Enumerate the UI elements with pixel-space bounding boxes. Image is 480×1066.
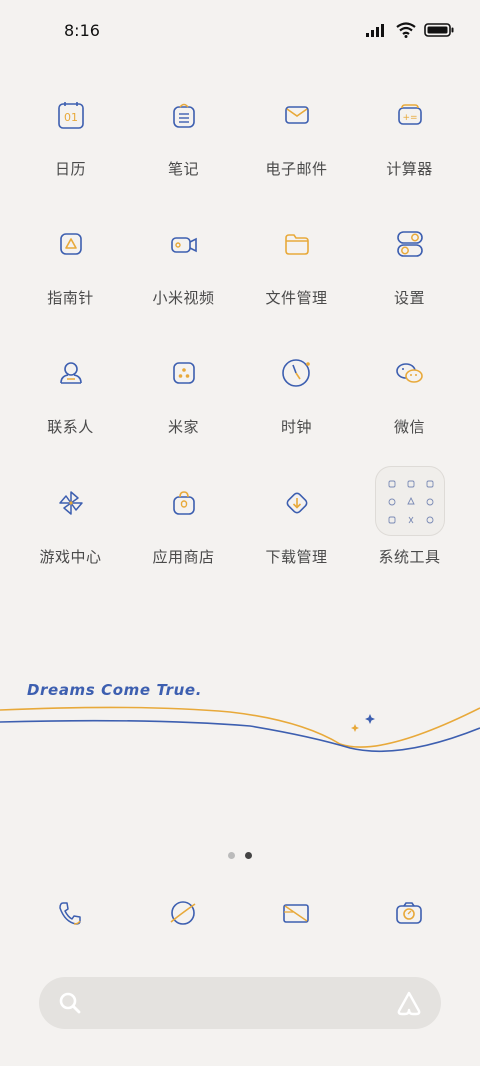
app-label: 应用商店 (152, 548, 215, 566)
app-label: 游戏中心 (39, 548, 102, 566)
app-label: 米家 (167, 418, 199, 436)
wechat-icon (387, 350, 433, 396)
download-icon (274, 480, 320, 526)
app-clock[interactable]: 时钟 (240, 350, 353, 460)
folder-icon (274, 221, 320, 267)
app-store[interactable]: 应用商店 (127, 480, 240, 590)
app-file-manager[interactable]: 文件管理 (240, 221, 353, 331)
app-label: 小米视频 (152, 289, 215, 307)
app-contacts[interactable]: 联系人 (14, 350, 127, 460)
app-label: 电子邮件 (265, 160, 328, 178)
search-icon (59, 992, 81, 1014)
contact-icon (48, 350, 94, 396)
search-bar[interactable] (39, 977, 441, 1029)
app-label: 计算器 (386, 160, 433, 178)
dock-camera[interactable] (386, 890, 432, 936)
app-label: 联系人 (47, 418, 94, 436)
app-label: 笔记 (167, 160, 199, 178)
app-notes[interactable]: 笔记 (127, 92, 240, 202)
calculator-icon: += (387, 92, 433, 138)
app-settings[interactable]: 设置 (353, 221, 466, 331)
app-label: 指南针 (47, 289, 94, 307)
app-download-manager[interactable]: 下载管理 (240, 480, 353, 590)
svg-text:+=: += (402, 113, 417, 123)
sparkle-icon (351, 724, 359, 732)
dock-browser[interactable] (160, 890, 206, 936)
settings-toggle-icon (387, 221, 433, 267)
dock-phone[interactable] (47, 890, 93, 936)
app-label: 日历 (54, 160, 86, 178)
app-calendar[interactable]: 01 日历 (14, 92, 127, 202)
app-wechat[interactable]: 微信 (353, 350, 466, 460)
sparkle-icon (365, 714, 375, 724)
status-icons (366, 22, 454, 38)
app-label: 系统工具 (378, 548, 441, 566)
video-icon (161, 221, 207, 267)
folder-system-tools[interactable]: 系统工具 (353, 466, 466, 590)
status-time: 8:16 (64, 21, 100, 40)
page-indicator (228, 852, 252, 859)
signal-icon (366, 24, 384, 37)
app-label: 文件管理 (265, 289, 328, 307)
page-dot[interactable] (228, 852, 235, 859)
app-label: 设置 (393, 289, 425, 307)
wave-lines (0, 706, 480, 753)
mail-icon (274, 92, 320, 138)
dock-messages[interactable] (273, 890, 319, 936)
store-bag-icon (161, 480, 207, 526)
notes-icon (161, 92, 207, 138)
dock (14, 890, 466, 942)
app-mijia[interactable]: 米家 (127, 350, 240, 460)
app-mi-video[interactable]: 小米视频 (127, 221, 240, 331)
app-game-center[interactable]: 游戏中心 (14, 480, 127, 590)
messages-icon (283, 904, 309, 923)
mijia-icon (161, 350, 207, 396)
dreams-banner-widget[interactable]: Dreams Come True. (0, 670, 480, 780)
status-bar: 8:16 (0, 0, 480, 62)
app-calculator[interactable]: += 计算器 (353, 92, 466, 202)
battery-icon (424, 23, 454, 37)
assistant-icon[interactable] (395, 989, 423, 1017)
svg-text:01: 01 (64, 111, 78, 124)
compass-icon (48, 221, 94, 267)
clock-icon (274, 350, 320, 396)
app-compass[interactable]: 指南针 (14, 221, 127, 331)
pinwheel-icon (48, 480, 94, 526)
app-email[interactable]: 电子邮件 (240, 92, 353, 202)
camera-icon (396, 902, 422, 924)
calendar-icon: 01 (48, 92, 94, 138)
page-dot-active[interactable] (245, 852, 252, 859)
wifi-icon (396, 22, 416, 38)
app-label: 微信 (393, 418, 425, 436)
app-label: 时钟 (280, 418, 312, 436)
folder-grid-icon (375, 466, 445, 536)
browser-icon (170, 901, 196, 925)
phone-icon (59, 902, 81, 925)
app-label: 下载管理 (265, 548, 328, 566)
